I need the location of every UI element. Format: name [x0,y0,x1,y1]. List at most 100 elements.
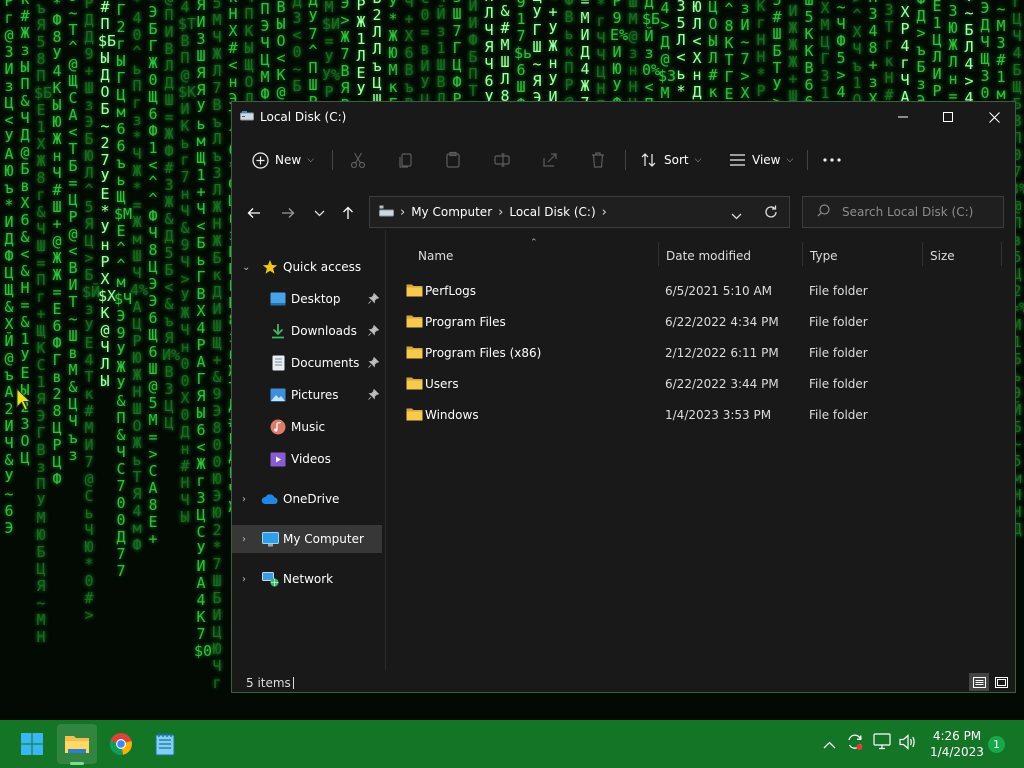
nav-network[interactable]: › Network [232,565,382,593]
show-hidden-icons-button[interactable] [823,734,836,753]
folder-icon [406,314,423,331]
taskbar-file-explorer[interactable] [57,724,97,764]
nav-desktop[interactable]: Desktop [232,285,382,313]
computer-icon [261,530,279,548]
nav-downloads[interactable]: Downloads [232,317,382,345]
nav-pictures[interactable]: Pictures [232,381,382,409]
rename-icon [494,153,510,167]
document-icon [269,354,287,372]
window-title: Local Disk (C:) [260,110,347,124]
folder-icon [406,376,423,393]
file-row[interactable]: Program Files 6/22/2022 4:34 PM File folde… [400,307,1010,337]
clock-date: 1/4/2023 [930,745,984,759]
matrix-rain-column: ХкЭБГЖ0Щ6Ф1<^^ФЧ8ЦЭЭ6Щ6Ш@5М=>СА8Е+ [148,0,158,548]
more-options-button[interactable] [823,138,841,182]
paste-button[interactable] [444,138,462,182]
cloud-icon [261,490,279,508]
column-header-type[interactable]: Type [810,242,838,270]
column-divider[interactable] [922,242,923,266]
network-icon [261,570,279,588]
view-button[interactable]: View ⌵ [729,138,793,182]
network-tray-button[interactable] [873,733,891,754]
volume-button[interactable] [899,734,917,754]
file-row[interactable]: Users 6/22/2022 3:44 PM File folder [400,369,1010,399]
file-date-modified: 2/12/2022 6:11 PM [665,346,779,360]
column-divider[interactable] [658,242,659,266]
minimize-button[interactable] [880,102,926,132]
pin-icon [368,388,380,403]
large-icons-view-button[interactable] [991,673,1011,691]
taskbar-notepad[interactable] [145,724,185,764]
search-box[interactable]: Search Local Disk (C:) [802,196,1004,228]
file-explorer-icon [65,736,89,753]
chevron-down-icon [314,210,324,216]
file-row[interactable]: PerfLogs 6/5/2021 5:10 AM File folder [400,276,1010,306]
music-icon [269,418,287,436]
maximize-button[interactable] [925,102,971,132]
matrix-rain-column: Ж55МЧЖЛ7ВъЛъ3ЛЖНЖБкДИШЩ+&9Э800ЮЭЮ2*7ШБИЦ… [212,0,222,692]
column-header-size[interactable]: Size [930,242,955,270]
address-bar[interactable]: › My Computer › Local Disk (C:) › [369,196,790,228]
copy-button[interactable] [397,138,415,182]
nav-videos[interactable]: Videos [232,445,382,473]
share-icon [543,153,557,167]
column-header-name[interactable]: Name [418,242,453,270]
this-pc-icon [379,205,394,220]
nav-my-computer[interactable]: › My Computer [232,525,382,553]
breadcrumb-local-disk[interactable]: Local Disk (C:) [509,205,595,219]
clock[interactable]: 4:26 PM 1/4/2023 [926,728,988,760]
nav-onedrive[interactable]: › OneDrive [232,485,382,513]
sort-button[interactable]: Sort ⌵ [640,138,701,182]
start-button[interactable] [12,724,52,764]
taskbar-chrome[interactable] [101,724,141,764]
delete-button[interactable] [589,138,607,182]
toolbar-separator [625,150,626,170]
cut-button[interactable] [349,138,367,182]
forward-button[interactable] [274,196,302,230]
share-button[interactable] [541,138,559,182]
notepad-icon [155,733,175,756]
chevron-down-icon: ⌵ [307,155,315,165]
matrix-rain-column: <&РДД9+ШзЭБЮЛ^5ЯЦ>Б$ЙзУЕ4Тк#МИ7@СьЧЮ*0#> [82,0,101,624]
refresh-button[interactable] [764,205,778,222]
nav-documents[interactable]: Documents [232,349,382,377]
recent-locations-button[interactable] [305,196,333,230]
chevron-right-icon[interactable]: › [242,574,252,585]
file-name: Program Files [425,315,506,329]
chevron-right-icon[interactable]: › [242,534,252,545]
title-bar[interactable]: Local Disk (C:) [232,102,1015,132]
matrix-rain-column: 285ЮУмКГ2гЫГЦм66ъьЩ$МЕ^^м$ЧЭ9УЖУ&П&ЧС700… [114,0,133,580]
nav-music[interactable]: Music [232,413,382,441]
column-header-date[interactable]: Date modified [666,242,751,270]
matrix-rain-column: въЯ58П$БЕ1ХЖ8г&ЧШ=Пг+ЩКС1ЯЭГВзПУМЮБЦЯ~МН [34,0,53,646]
column-divider[interactable] [802,242,803,266]
breadcrumb-my-computer[interactable]: My Computer [411,205,492,219]
taskbar: 4:26 PM 1/4/2023 [0,720,1024,768]
nav-videos-label: Videos [291,452,331,466]
new-plus-icon [252,151,269,169]
new-button[interactable]: New ⌵ [252,138,314,182]
file-name: Users [425,377,459,391]
close-button[interactable] [971,102,1017,132]
new-label: New [275,153,302,167]
sync-status-button[interactable] [846,733,864,755]
chevron-down-icon[interactable]: ⌄ [242,262,252,273]
arrow-left-icon [247,208,260,218]
file-row[interactable]: Program Files (x86) 2/12/2022 6:11 PM File… [400,338,1010,368]
nav-quick-access[interactable]: ⌄ Quick access [232,253,382,281]
up-button[interactable] [334,196,362,230]
rename-button[interactable] [493,138,511,182]
chevron-right-icon[interactable]: › [602,205,607,220]
details-view-button[interactable] [969,673,989,691]
notification-badge[interactable]: 1 [988,736,1005,753]
chevron-right-icon[interactable]: › [242,494,252,505]
back-button[interactable] [240,196,268,230]
download-arrow-icon [269,322,287,340]
paste-icon [446,151,460,168]
pin-icon [368,324,380,339]
column-divider[interactable] [1001,242,1002,266]
file-explorer-window: Local Disk (C:) New ⌵ Sort ⌵ View ⌵ › My… [231,101,1016,693]
address-dropdown-button[interactable] [731,209,742,223]
file-type: File folder [809,315,868,329]
file-row[interactable]: Windows 1/4/2023 3:53 PM File folder [400,400,1010,430]
